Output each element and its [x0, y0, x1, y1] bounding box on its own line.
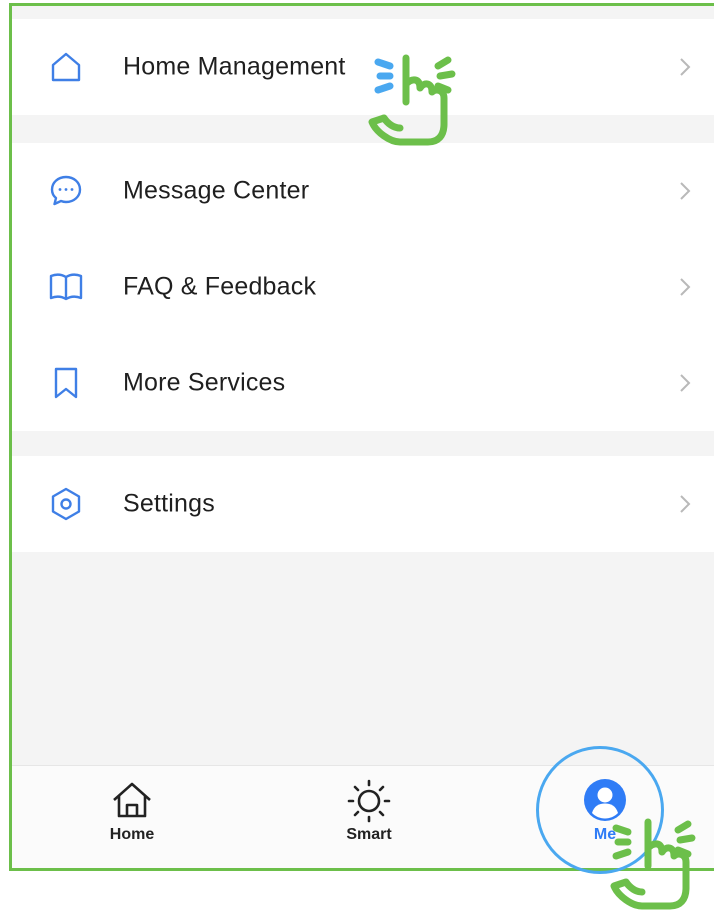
tab-home[interactable]: Home: [72, 772, 192, 862]
chevron-right-icon: [675, 276, 695, 298]
tab-label: Home: [109, 826, 155, 843]
chevron-right-icon: [675, 372, 695, 394]
bookmark-icon: [48, 365, 84, 401]
open-book-icon: [48, 269, 84, 305]
menu-item-label: Message Center: [123, 176, 310, 205]
menu-item-label: Settings: [123, 489, 215, 518]
menu-item-label: Home Management: [123, 52, 346, 81]
menu-item-more-services[interactable]: More Services: [12, 335, 714, 431]
menu-group-services: Message Center FAQ & Feedback More Servi…: [12, 143, 714, 431]
menu-item-faq-feedback[interactable]: FAQ & Feedback: [12, 239, 714, 335]
tab-smart[interactable]: Smart: [309, 772, 429, 862]
chat-bubble-icon: [48, 173, 84, 209]
menu-item-message-center[interactable]: Message Center: [12, 143, 714, 239]
home-tab-icon: [108, 776, 156, 824]
chevron-right-icon: [675, 493, 695, 515]
pointing-hand-icon: [368, 54, 456, 146]
tab-label: Smart: [346, 826, 392, 843]
chevron-right-icon: [675, 56, 695, 78]
chevron-right-icon: [675, 180, 695, 202]
menu-item-settings[interactable]: Settings: [12, 456, 714, 552]
hexagon-settings-icon: [48, 486, 84, 522]
home-outline-icon: [48, 49, 84, 85]
menu-group-settings: Settings: [12, 456, 714, 552]
menu-item-label: FAQ & Feedback: [123, 272, 317, 301]
menu-item-label: More Services: [123, 368, 286, 397]
sun-icon: [345, 776, 393, 824]
pointing-hand-icon: [610, 818, 696, 910]
